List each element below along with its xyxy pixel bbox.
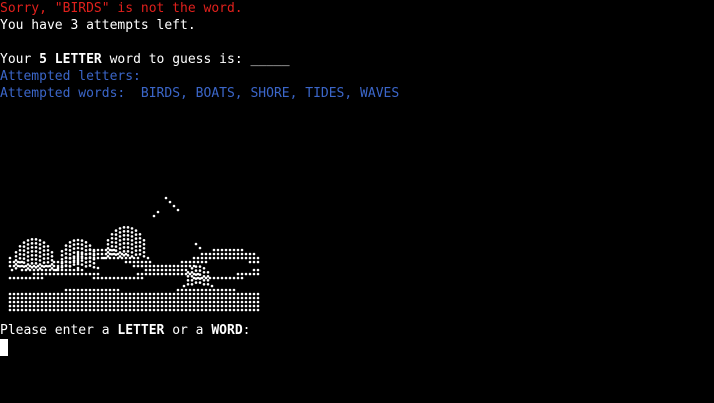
word-letter-count: 5 LETTER bbox=[39, 52, 102, 67]
word-prompt-prefix: Your bbox=[0, 52, 40, 67]
attempted-words-value: BIRDS, BOATS, SHORE, TIDES, WAVES bbox=[140, 86, 400, 101]
attempted-words-label: Attempted words: bbox=[0, 86, 126, 101]
word-prompt: Your 5 LETTER word to guess is: _____ bbox=[0, 51, 290, 68]
attempts-message: You have 3 attempts left. bbox=[0, 18, 196, 33]
input-prompt: Please enter a LETTER or a WORD: bbox=[0, 322, 250, 339]
attempted-words: Attempted words: BIRDS, BOATS, SHORE, TI… bbox=[0, 85, 399, 102]
input-prompt-letter: LETTER bbox=[117, 323, 165, 338]
word-blank: _____ bbox=[250, 52, 290, 67]
input-cursor[interactable] bbox=[0, 339, 8, 356]
error-message: Sorry, "BIRDS" is not the word. bbox=[0, 1, 243, 16]
input-prompt-suffix: : bbox=[242, 323, 251, 338]
waves-ascii-art bbox=[8, 196, 260, 312]
word-prompt-suffix: word to guess is: bbox=[101, 52, 251, 67]
input-prompt-middle: or a bbox=[164, 323, 212, 338]
input-prompt-prefix: Please enter a bbox=[0, 323, 118, 338]
input-prompt-word: WORD bbox=[211, 323, 243, 338]
attempted-letters: Attempted letters: bbox=[0, 68, 149, 85]
terminal-window: Sorry, "BIRDS" is not the word. You have… bbox=[0, 0, 714, 403]
attempted-letters-label: Attempted letters: bbox=[0, 69, 141, 84]
